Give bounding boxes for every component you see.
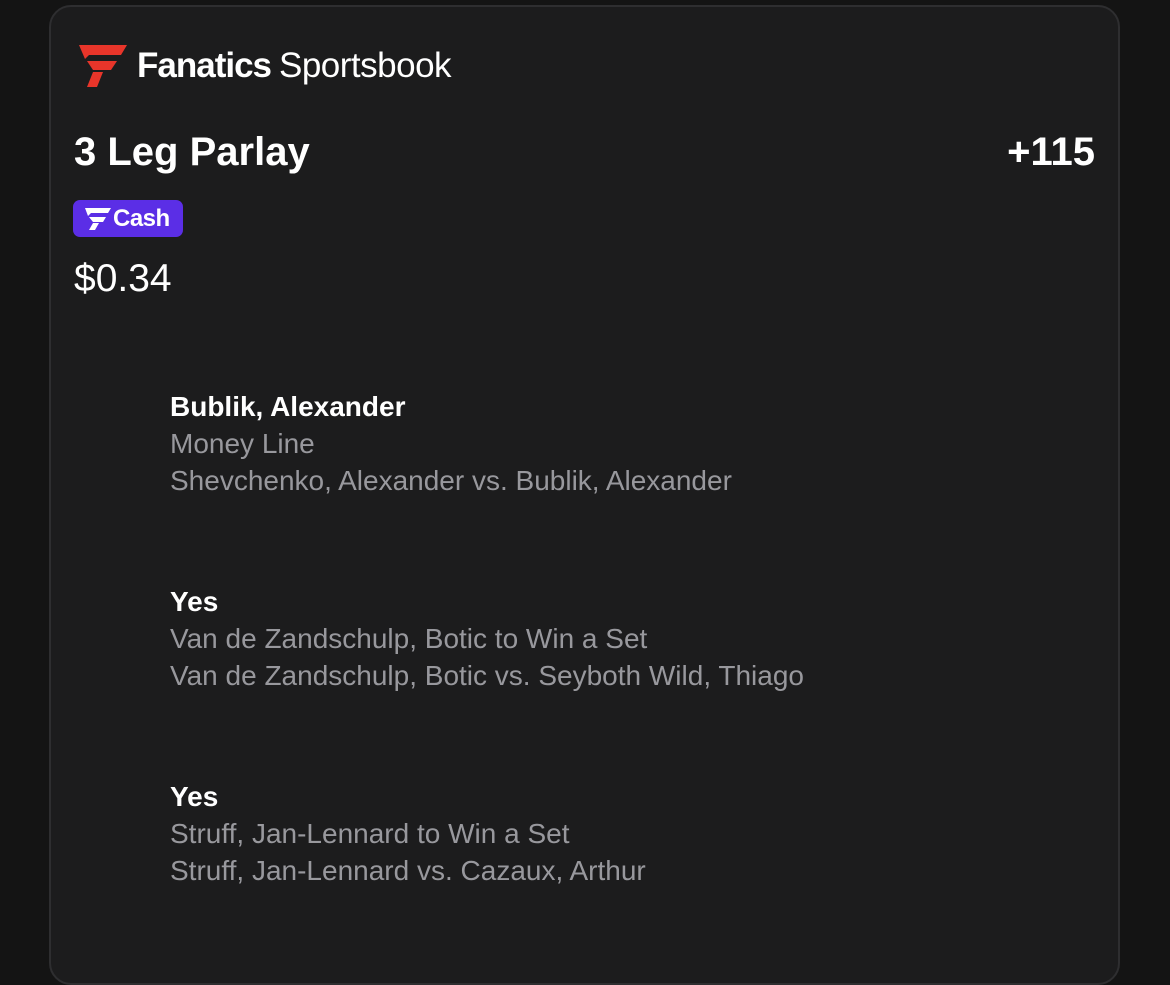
leg-event: Shevchenko, Alexander vs. Bublik, Alexan… (170, 465, 732, 496)
brand-name-light: Sportsbook (279, 46, 452, 85)
brand-name-bold: Fanatics (137, 46, 272, 85)
fanatics-flag-icon (75, 45, 127, 87)
parlay-leg: Yes Struff, Jan-Lennard to Win a Set Str… (170, 778, 646, 889)
brand-logo: Fanatics Sportsbook (75, 43, 452, 89)
bet-odds: +115 (1007, 130, 1095, 174)
parlay-leg: Bublik, Alexander Money Line Shevchenko,… (170, 388, 732, 499)
cash-badge: Cash (73, 200, 183, 237)
leg-market: Struff, Jan-Lennard to Win a Set (170, 818, 570, 849)
leg-market: Money Line (170, 428, 315, 459)
bet-card: Fanatics Sportsbook 3 Leg Parlay +115 Ca… (49, 5, 1120, 985)
cash-badge-label: Cash (113, 204, 170, 232)
leg-pick: Yes (170, 586, 219, 617)
leg-event: Van de Zandschulp, Botic vs. Seyboth Wil… (170, 660, 804, 691)
leg-pick: Yes (170, 781, 219, 812)
leg-market: Van de Zandschulp, Botic to Win a Set (170, 623, 648, 654)
stake-amount: $0.34 (74, 257, 172, 300)
fanatics-flag-icon (83, 207, 111, 230)
bet-title: 3 Leg Parlay (74, 130, 310, 174)
parlay-leg: Yes Van de Zandschulp, Botic to Win a Se… (170, 583, 804, 694)
leg-pick: Bublik, Alexander (170, 391, 406, 422)
leg-event: Struff, Jan-Lennard vs. Cazaux, Arthur (170, 855, 646, 886)
